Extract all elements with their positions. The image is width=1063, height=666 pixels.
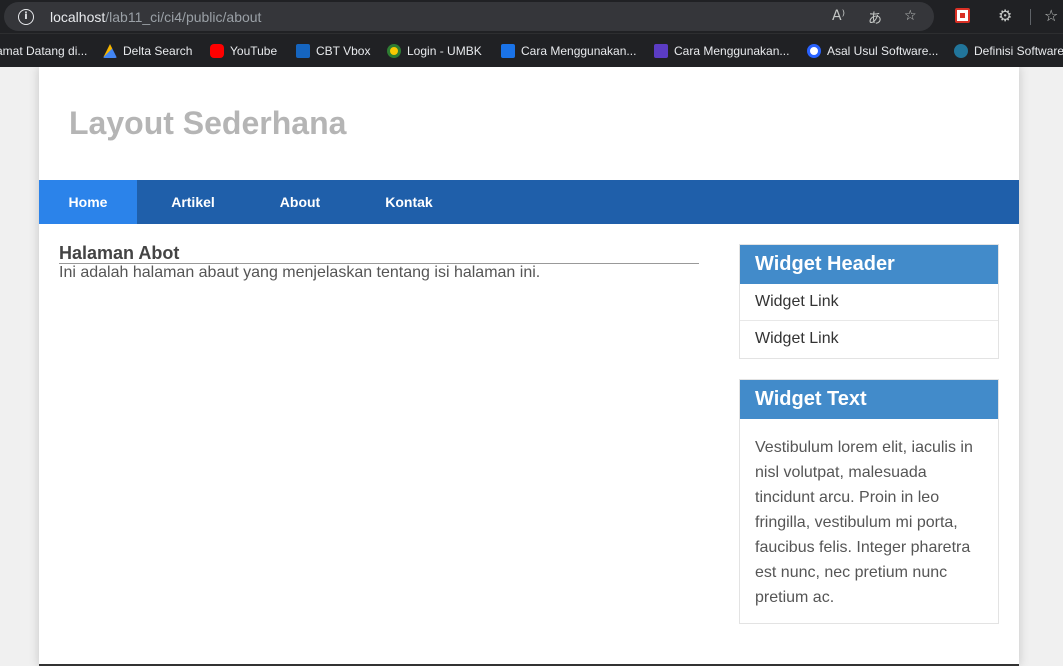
bookmark-5-label: Login - UMBK xyxy=(407,44,482,58)
bookmark-5[interactable]: Login - UMBK xyxy=(387,42,482,60)
nav-about[interactable]: About xyxy=(249,180,351,224)
bookmark-6[interactable]: Cara Menggunakan... xyxy=(501,42,636,60)
bookmark-9[interactable]: Definisi Software xyxy=(954,42,1063,60)
nav-home[interactable]: Home xyxy=(39,180,137,224)
widget-text-title: Widget Text xyxy=(740,380,998,419)
translate-icon[interactable]: あ xyxy=(868,8,882,28)
browser-toolbar: i localhost/lab11_ci/ci4/public/about A⁾… xyxy=(0,0,1063,33)
bookmark-3[interactable]: YouTube xyxy=(210,42,277,60)
delta-search-icon xyxy=(103,44,117,58)
widget-link-1[interactable]: Widget Link xyxy=(740,284,998,321)
read-aloud-icon[interactable]: A⁾ xyxy=(832,8,845,24)
extension-icon[interactable] xyxy=(955,8,970,23)
widget-text: Widget Text Vestibulum lorem elit, iacul… xyxy=(739,379,999,624)
wordpress-icon xyxy=(954,44,968,58)
bookmark-2[interactable]: Delta Search xyxy=(103,42,192,60)
bookmark-4-label: CBT Vbox xyxy=(316,44,371,58)
nav-kontak[interactable]: Kontak xyxy=(351,180,467,224)
bookmark-2-label: Delta Search xyxy=(123,44,193,58)
url-text[interactable]: localhost/lab11_ci/ci4/public/about xyxy=(50,9,261,25)
widget-links: Widget Header Widget Link Widget Link xyxy=(739,244,999,359)
site-info-icon[interactable]: i xyxy=(18,9,34,25)
bookmark-6-label: Cara Menggunakan... xyxy=(521,44,637,58)
widget-link-2[interactable]: Widget Link xyxy=(740,321,998,358)
umbk-logo-icon xyxy=(387,44,401,58)
nav-artikel[interactable]: Artikel xyxy=(137,180,249,224)
bookmark-1-label: amat Datang di... xyxy=(0,44,88,58)
bookmark-8[interactable]: Asal Usul Software... xyxy=(807,42,938,60)
page-heading: Halaman Abot xyxy=(59,243,699,264)
cbt-icon xyxy=(296,44,310,58)
url-path: /lab11_ci/ci4/public/about xyxy=(105,9,262,25)
page-viewport: Layout Sederhana Home Artikel About Kont… xyxy=(0,67,1063,666)
link-icon xyxy=(501,44,515,58)
url-host: localhost xyxy=(50,9,106,25)
site-title: Layout Sederhana xyxy=(69,105,347,141)
main-nav: Home Artikel About Kontak xyxy=(39,180,1019,224)
favorite-star-icon[interactable]: ☆ xyxy=(904,8,917,24)
site-header: Layout Sederhana xyxy=(39,67,1019,180)
bookmark-4[interactable]: CBT Vbox xyxy=(296,42,370,60)
page-text: Ini adalah halaman abaut yang menjelaska… xyxy=(59,264,541,281)
widget-text-body: Vestibulum lorem elit, iaculis in nisl v… xyxy=(755,439,973,606)
favorites-icon[interactable]: ☆ xyxy=(1044,6,1058,25)
extensions-puzzle-icon[interactable]: ⚙ xyxy=(998,6,1012,25)
bookmarks-bar: amat Datang di... Delta Search YouTube C… xyxy=(0,33,1063,67)
toolbar-divider xyxy=(1030,9,1031,25)
globe-icon xyxy=(807,44,821,58)
main-content: Halaman Abot Ini adalah halaman abaut ya… xyxy=(59,243,699,282)
bookmark-1[interactable]: amat Datang di... xyxy=(0,42,87,60)
address-bar[interactable]: i localhost/lab11_ci/ci4/public/about A⁾… xyxy=(4,2,934,31)
bookmark-8-label: Asal Usul Software... xyxy=(827,44,939,58)
bookmark-9-label: Definisi Software xyxy=(974,44,1063,58)
bookmark-7-label: Cara Menggunakan... xyxy=(674,44,790,58)
bookmark-3-label: YouTube xyxy=(230,44,278,58)
youtube-icon xyxy=(210,44,224,58)
bookmark-7[interactable]: Cara Menggunakan... xyxy=(654,42,789,60)
page-container: Layout Sederhana Home Artikel About Kont… xyxy=(39,67,1019,666)
h-logo-icon xyxy=(654,44,668,58)
widget-header-title: Widget Header xyxy=(740,245,998,284)
